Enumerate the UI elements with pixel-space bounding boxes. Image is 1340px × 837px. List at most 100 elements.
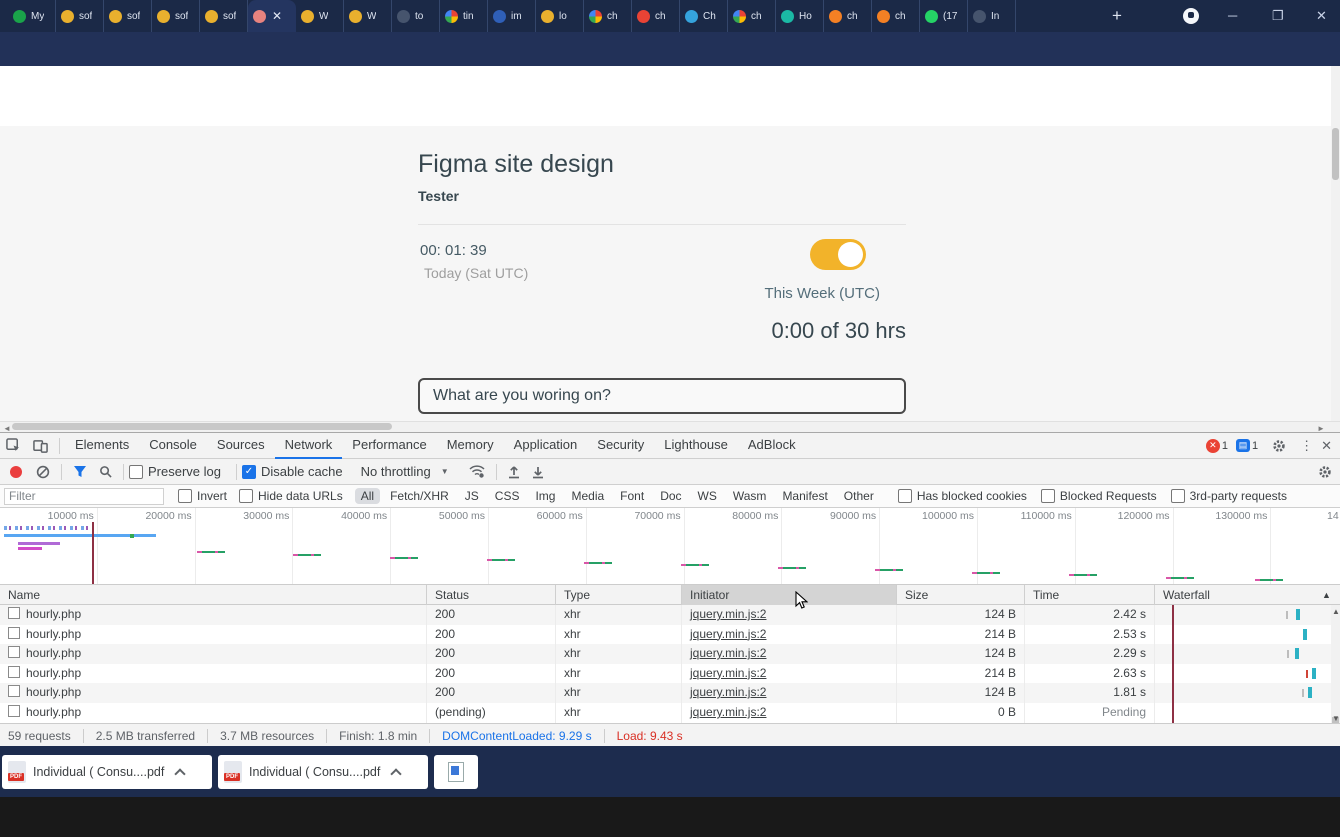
browser-tab[interactable]: lo	[536, 0, 584, 32]
browser-tab[interactable]: ch	[824, 0, 872, 32]
download-chevron-icon[interactable]	[391, 768, 402, 779]
window-maximize-button[interactable]: ❐	[1272, 8, 1284, 24]
browser-tab[interactable]: tin	[440, 0, 488, 32]
devtools-tab-security[interactable]: Security	[587, 433, 654, 459]
devtools-menu-kebab-icon[interactable]: ⋮	[1300, 438, 1313, 454]
table-row[interactable]: hourly.php200xhrjquery.min.js:2124 B2.29…	[0, 644, 1340, 664]
table-row[interactable]: hourly.php200xhrjquery.min.js:2214 B2.63…	[0, 664, 1340, 684]
devtools-tab-network[interactable]: Network	[275, 433, 343, 459]
initiator-link[interactable]: jquery.min.js:2	[690, 685, 766, 699]
browser-tab[interactable]: W	[344, 0, 392, 32]
filter-pill-doc[interactable]: Doc	[654, 488, 687, 504]
filter-pill-css[interactable]: CSS	[489, 488, 526, 504]
download-item[interactable]: Individual ( Consu....pdf	[218, 755, 428, 789]
hide-data-urls-checkbox[interactable]	[239, 489, 253, 503]
table-vertical-scrollbar[interactable]	[1331, 605, 1340, 723]
table-scroll-down-icon[interactable]: ▼	[1332, 714, 1340, 723]
request-name-cell[interactable]: hourly.php	[0, 683, 427, 703]
column-header-size[interactable]: Size	[897, 585, 1025, 605]
filter-pill-ws[interactable]: WS	[692, 488, 723, 504]
filter-pill-manifest[interactable]: Manifest	[776, 488, 833, 504]
initiator-link[interactable]: jquery.min.js:2	[690, 646, 766, 660]
search-network-icon[interactable]	[99, 465, 112, 478]
devtools-tab-adblock[interactable]: AdBlock	[738, 433, 806, 459]
window-close-button[interactable]: ✕	[1316, 8, 1327, 24]
page-vertical-scrollbar[interactable]	[1331, 66, 1340, 421]
has-blocked-cookies-checkbox[interactable]	[898, 489, 912, 503]
initiator-link[interactable]: jquery.min.js:2	[690, 607, 766, 621]
profile-icon[interactable]	[1183, 8, 1199, 24]
column-header-type[interactable]: Type	[556, 585, 682, 605]
row-checkbox[interactable]	[8, 685, 20, 697]
network-overview-timeline[interactable]: 10000 ms20000 ms30000 ms40000 ms50000 ms…	[0, 508, 1340, 585]
column-header-time[interactable]: Time	[1025, 585, 1155, 605]
device-toolbar-icon[interactable]	[33, 438, 48, 453]
third-party-requests-checkbox[interactable]	[1171, 489, 1185, 503]
table-scroll-up-icon[interactable]: ▲	[1332, 607, 1340, 616]
request-name-cell[interactable]: hourly.php	[0, 644, 427, 664]
row-checkbox[interactable]	[8, 627, 20, 639]
browser-tab[interactable]: W	[296, 0, 344, 32]
network-settings-gear-icon[interactable]	[1318, 465, 1332, 479]
devtools-tab-sources[interactable]: Sources	[207, 433, 275, 459]
page-vertical-scroll-thumb[interactable]	[1332, 128, 1339, 180]
browser-tab[interactable]: ✕	[248, 0, 296, 32]
filter-pill-wasm[interactable]: Wasm	[727, 488, 773, 504]
initiator-link[interactable]: jquery.min.js:2	[690, 705, 766, 719]
browser-tab[interactable]: im	[488, 0, 536, 32]
page-horizontal-scroll-thumb[interactable]	[12, 423, 392, 430]
export-har-icon[interactable]	[532, 465, 544, 479]
new-tab-button[interactable]: +	[1112, 6, 1122, 26]
browser-tab[interactable]: sof	[152, 0, 200, 32]
table-row[interactable]: hourly.php(pending)xhrjquery.min.js:20 B…	[0, 703, 1340, 723]
throttling-select[interactable]: No throttling	[361, 464, 431, 479]
devtools-tab-application[interactable]: Application	[504, 433, 588, 459]
browser-tab[interactable]: sof	[200, 0, 248, 32]
blocked-requests-checkbox[interactable]	[1041, 489, 1055, 503]
browser-tab[interactable]: (17	[920, 0, 968, 32]
row-checkbox[interactable]	[8, 705, 20, 717]
browser-tab[interactable]: My	[8, 0, 56, 32]
throttling-caret-icon[interactable]: ▼	[441, 467, 449, 476]
browser-tab[interactable]: ch	[728, 0, 776, 32]
request-name-cell[interactable]: hourly.php	[0, 605, 427, 625]
devtools-settings-gear-icon[interactable]	[1272, 439, 1286, 453]
preserve-log-checkbox[interactable]	[129, 465, 143, 479]
download-chevron-icon[interactable]	[175, 768, 186, 779]
browser-tab[interactable]: ch	[584, 0, 632, 32]
filter-pill-media[interactable]: Media	[565, 488, 610, 504]
timer-toggle[interactable]	[810, 239, 866, 270]
inspect-element-icon[interactable]	[6, 438, 21, 453]
devtools-tab-lighthouse[interactable]: Lighthouse	[654, 433, 738, 459]
invert-checkbox[interactable]	[178, 489, 192, 503]
tab-close-icon[interactable]: ✕	[272, 9, 282, 23]
disable-cache-checkbox[interactable]: ✓	[242, 465, 256, 479]
devtools-tab-performance[interactable]: Performance	[342, 433, 436, 459]
browser-tab[interactable]: ch	[632, 0, 680, 32]
download-item[interactable]	[434, 755, 478, 789]
request-name-cell[interactable]: hourly.php	[0, 664, 427, 684]
table-row[interactable]: hourly.php200xhrjquery.min.js:2124 B2.42…	[0, 605, 1340, 625]
row-checkbox[interactable]	[8, 646, 20, 658]
download-item[interactable]: Individual ( Consu....pdf	[2, 755, 212, 789]
table-row[interactable]: hourly.php200xhrjquery.min.js:2214 B2.53…	[0, 625, 1340, 645]
request-name-cell[interactable]: hourly.php	[0, 703, 427, 723]
row-checkbox[interactable]	[8, 666, 20, 678]
import-har-icon[interactable]	[508, 465, 520, 479]
network-filter-input[interactable]	[4, 488, 164, 505]
clear-network-log-icon[interactable]	[36, 465, 50, 479]
filter-pill-font[interactable]: Font	[614, 488, 650, 504]
filter-pill-fetch-xhr[interactable]: Fetch/XHR	[384, 488, 455, 504]
browser-tab[interactable]: to	[392, 0, 440, 32]
filter-pill-js[interactable]: JS	[459, 488, 485, 504]
request-name-cell[interactable]: hourly.php	[0, 625, 427, 645]
column-header-name[interactable]: Name	[0, 585, 427, 605]
network-conditions-icon[interactable]	[469, 465, 485, 478]
window-minimize-button[interactable]: ─	[1228, 8, 1237, 23]
row-checkbox[interactable]	[8, 607, 20, 619]
sort-arrow-icon[interactable]: ▲	[1322, 590, 1331, 600]
browser-tab[interactable]: ch	[872, 0, 920, 32]
devtools-close-icon[interactable]: ✕	[1321, 438, 1332, 454]
filter-funnel-icon[interactable]	[73, 465, 87, 478]
memo-input[interactable]	[418, 378, 906, 414]
